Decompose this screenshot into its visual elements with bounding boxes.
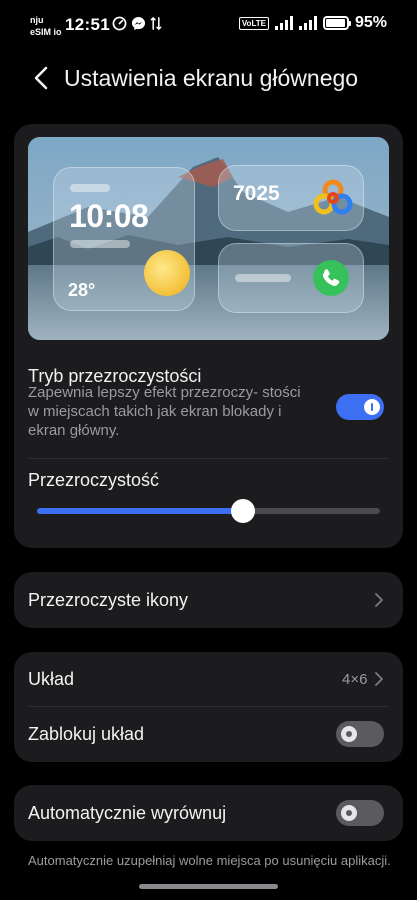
data-transfer-icon — [150, 16, 162, 31]
auto-align-card: Automatycznie wyrównuj — [14, 785, 403, 841]
phone-icon — [313, 260, 349, 296]
speed-icon — [112, 16, 127, 31]
lock-layout-toggle[interactable] — [336, 721, 384, 747]
phone-widget[interactable] — [218, 243, 364, 313]
status-bar: nju eSIM io 12:51 VoLTE 95% — [0, 0, 417, 44]
slider-thumb[interactable] — [230, 499, 255, 523]
chevron-left-icon[interactable] — [30, 64, 54, 92]
clock-weather-widget[interactable]: 10:08 28° — [53, 167, 195, 311]
widget-clock: 10:08 — [69, 198, 149, 234]
layout-value: 4×6 — [342, 671, 368, 688]
slider-fill — [37, 508, 243, 514]
auto-align-label: Automatycznie wyrównuj — [28, 803, 227, 823]
page-title: Ustawienia ekranu głównego — [64, 65, 359, 91]
sun-icon — [144, 250, 190, 296]
transparency-slider[interactable] — [37, 499, 380, 523]
widget-temperature: 28° — [68, 280, 96, 300]
battery-percent: 95% — [354, 14, 387, 31]
widget-steps: 7025 — [233, 182, 280, 205]
transparent-icons-row[interactable]: Przezroczyste ikony — [14, 572, 403, 628]
battery-icon — [322, 16, 351, 30]
transparency-mode-description: Zapewnia lepszy efekt przezroczy- stości… — [28, 384, 301, 439]
fitness-widget[interactable]: 7025 — [218, 165, 364, 231]
volte-badge: VoLTE — [238, 16, 269, 30]
status-time: 12:51 — [65, 15, 110, 34]
messenger-icon — [131, 16, 146, 31]
auto-align-toggle[interactable] — [336, 800, 384, 826]
app-header: Ustawienia ekranu głównego — [0, 56, 417, 100]
layout-card: Układ 4×6 Zablokuj układ — [14, 652, 403, 762]
home-screen-preview: 10:08 28° 7025 — [28, 137, 389, 340]
transparency-slider-title: Przezroczystość — [28, 470, 160, 490]
signal-icon-2 — [298, 16, 317, 30]
signal-icon — [274, 16, 293, 30]
chevron-right-icon — [375, 672, 383, 686]
auto-align-footnote: Automatycznie uzupełniaj wolne miejsca p… — [28, 853, 391, 868]
home-indicator[interactable] — [139, 884, 278, 889]
transparency-card: 10:08 28° 7025 Tryb przezroczystości Zap… — [14, 124, 403, 548]
chevron-right-icon — [375, 593, 383, 607]
carrier-label: nju eSIM io — [30, 15, 62, 37]
layout-row[interactable]: Układ 4×6 — [14, 652, 403, 706]
layout-label: Układ — [28, 669, 75, 689]
lock-layout-label: Zablokuj układ — [28, 724, 145, 744]
transparent-icons-label: Przezroczyste ikony — [28, 590, 189, 610]
activity-rings-icon — [313, 179, 353, 215]
transparency-mode-toggle[interactable] — [336, 394, 384, 420]
